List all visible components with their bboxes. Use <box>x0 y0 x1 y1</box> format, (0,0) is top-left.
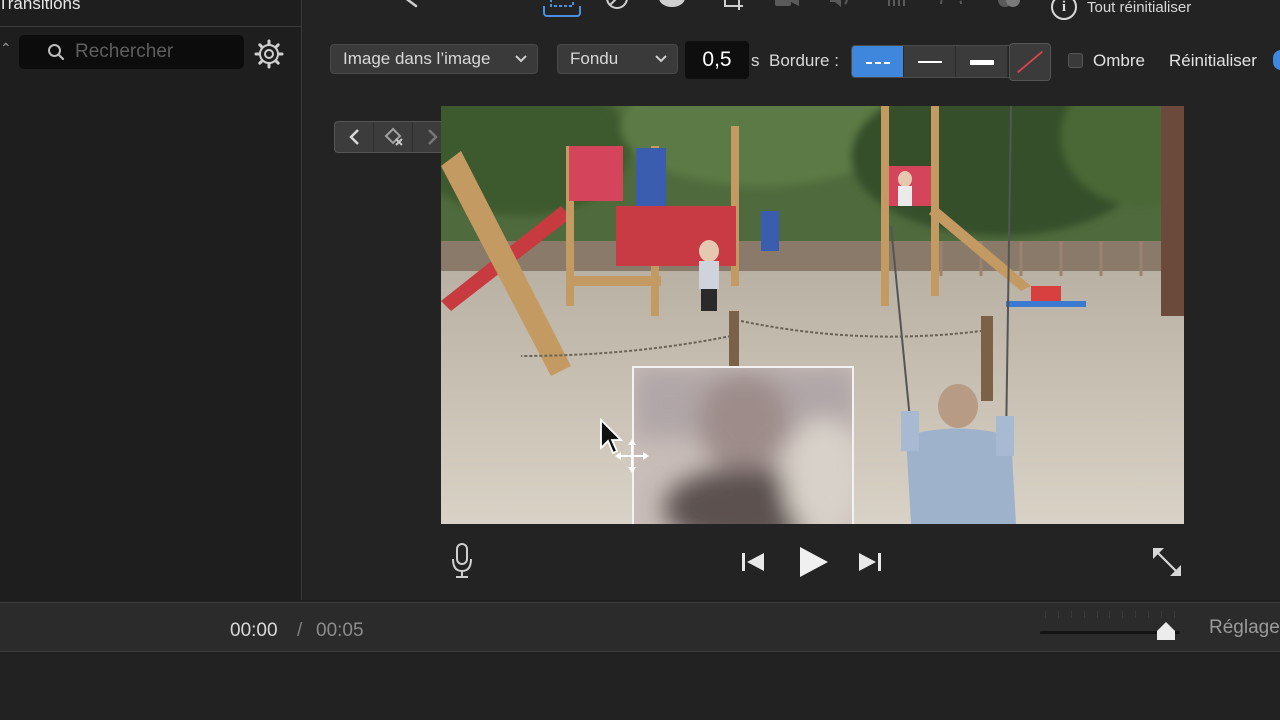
duration-field[interactable]: 0,5 <box>685 41 749 79</box>
search-input[interactable] <box>75 35 240 69</box>
reset-all-button[interactable]: i Tout réinitialiser <box>1051 0 1191 20</box>
info-icon[interactable]: i <box>1051 0 1077 20</box>
chevron-down-icon <box>655 55 667 63</box>
chevron-down-icon <box>515 55 527 63</box>
move-cursor-icon <box>615 439 649 473</box>
speed-icon[interactable] <box>937 0 965 16</box>
sort-stepper-icon[interactable]: ⌃ <box>0 40 12 57</box>
camera-icon[interactable] <box>773 0 801 16</box>
keyframe-remove-icon <box>384 127 403 146</box>
border-thick-button[interactable] <box>956 46 1008 77</box>
reset-button[interactable]: Réinitialiser <box>1169 51 1257 71</box>
filter-icon[interactable] <box>995 0 1023 16</box>
overlay-mode-value: Image dans l’image <box>343 49 491 68</box>
play-icon[interactable] <box>797 546 829 578</box>
volume-icon[interactable] <box>827 0 855 16</box>
current-time: 00:00 <box>230 620 278 641</box>
reset-all-label: Tout réinitialiser <box>1087 0 1192 16</box>
selected-tool-indicator <box>543 6 581 17</box>
zoom-slider-thumb[interactable] <box>1155 620 1177 642</box>
fullscreen-icon[interactable] <box>1151 546 1183 578</box>
previous-keyframe-button[interactable] <box>335 122 374 152</box>
duration-unit: s <box>751 51 760 70</box>
border-dashed-button[interactable] <box>852 46 904 77</box>
border-label: Bordure : <box>769 51 839 70</box>
keyframe-nav <box>334 121 452 153</box>
magic-wand-icon[interactable] <box>396 0 424 16</box>
pip-image <box>634 368 852 524</box>
picture-in-picture-overlay[interactable] <box>632 366 854 524</box>
search-box[interactable] <box>19 35 244 69</box>
microphone-icon[interactable] <box>451 543 473 579</box>
skip-back-icon[interactable] <box>740 551 766 573</box>
transition-popup[interactable]: Fondu <box>557 44 678 74</box>
divider <box>0 26 301 27</box>
time-separator: / <box>297 620 303 641</box>
shadow-checkbox[interactable] <box>1068 53 1083 68</box>
gear-icon[interactable] <box>253 38 285 70</box>
settings-button[interactable]: Réglages <box>1209 617 1280 639</box>
top-toolbar: i Tout réinitialiser <box>303 0 1280 22</box>
zoom-ticks <box>1045 611 1175 619</box>
left-panel: Transitions ⌃ <box>0 0 302 600</box>
reset-indicator-icon <box>1273 50 1280 70</box>
color-palette-icon[interactable] <box>658 0 686 16</box>
viewer-area: i Tout réinitialiser Image dans l’image … <box>303 0 1280 600</box>
panel-title: Transitions <box>0 0 81 13</box>
chevron-left-icon <box>349 129 359 145</box>
transition-value: Fondu <box>570 49 619 68</box>
search-icon <box>48 44 65 61</box>
crop-icon[interactable] <box>719 0 747 16</box>
equalizer-icon[interactable] <box>883 0 911 16</box>
color-balance-icon[interactable] <box>603 0 631 16</box>
border-color-swatch[interactable] <box>1009 43 1051 81</box>
timeline-area[interactable] <box>0 653 1280 720</box>
timeline-toolbar: 00:00 / 00:05 Réglages <box>0 602 1280 652</box>
total-duration: 00:05 <box>316 620 364 641</box>
shadow-label: Ombre <box>1093 51 1145 70</box>
overlay-mode-popup[interactable]: Image dans l’image <box>330 44 538 74</box>
delete-keyframe-button[interactable] <box>374 122 413 152</box>
skip-forward-icon[interactable] <box>857 551 883 573</box>
border-thin-button[interactable] <box>904 46 956 77</box>
video-preview[interactable] <box>441 106 1184 524</box>
